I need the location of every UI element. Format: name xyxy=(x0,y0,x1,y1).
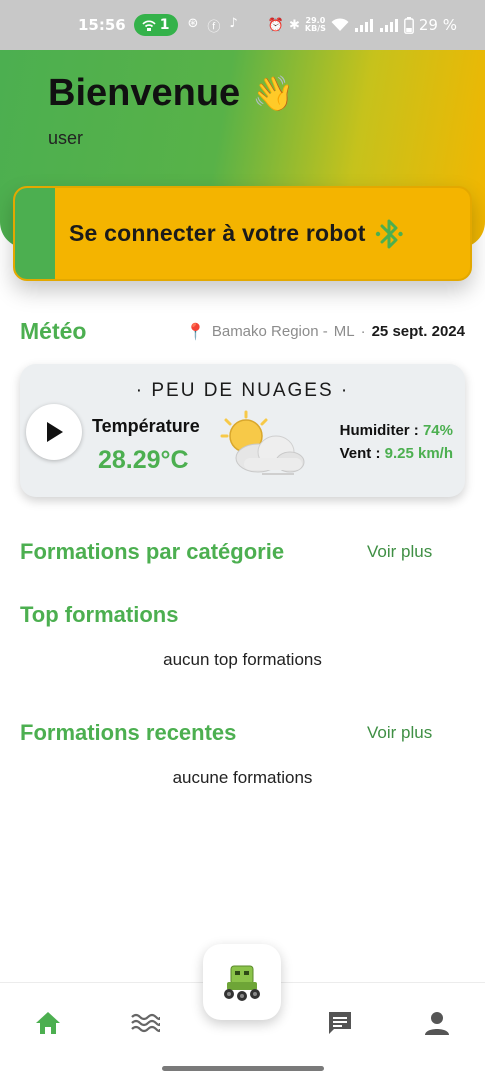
home-indicator[interactable] xyxy=(162,1066,324,1071)
notification-icons: ⊛ ⓕ ♪ xyxy=(188,16,238,35)
wind-row: Vent : 9.25 km/h xyxy=(340,445,453,462)
robot-center-button[interactable] xyxy=(203,944,281,1020)
weather-card: · PEU DE NUAGES · Température 28.29°C Hu… xyxy=(20,364,465,497)
play-weather-button[interactable] xyxy=(26,404,82,460)
nav-profile[interactable] xyxy=(421,1007,453,1039)
robot-icon xyxy=(224,965,260,1001)
meteo-country: ML xyxy=(333,323,355,340)
play-icon xyxy=(47,422,63,442)
waving-hand-icon: 👋 xyxy=(252,74,295,113)
categories-voir-plus-link[interactable]: Voir plus xyxy=(367,542,432,562)
alarm-icon: ⏰ xyxy=(267,17,284,33)
nav-chat[interactable] xyxy=(324,1007,356,1039)
nav-home[interactable] xyxy=(32,1007,64,1039)
categories-title: Formations par catégorie xyxy=(20,539,285,564)
battery-icon xyxy=(403,16,414,34)
meteo-region: Bamako Region - xyxy=(211,323,328,340)
status-bar: 15:56 1 ⊛ ⓕ ♪ ⏰ ✱ 29.0 KB/S 29 % xyxy=(0,0,485,50)
temperature-value: 28.29°C xyxy=(98,446,189,474)
humidity-row: Humiditer : 74% xyxy=(340,422,453,439)
network-speed: 29.0 KB/S xyxy=(304,16,326,33)
signal-icon-1 xyxy=(354,19,373,32)
waves-icon xyxy=(131,1013,160,1033)
hotspot-badge: 1 xyxy=(133,14,178,36)
status-right: ⏰ ✱ 29.0 KB/S 29 % xyxy=(268,16,457,34)
wind-label: Vent : xyxy=(339,445,381,462)
welcome-title: Bienvenue 👋 xyxy=(48,72,295,115)
weather-description: · PEU DE NUAGES · xyxy=(135,380,350,401)
bluetooth-status-icon: ✱ xyxy=(289,17,300,33)
connect-robot-label: Se connecter à votre robot xyxy=(69,220,366,246)
chat-icon xyxy=(329,1012,351,1034)
username: user xyxy=(48,128,84,148)
recent-formations-title: Formations recentes xyxy=(20,720,237,745)
temperature-label: Température xyxy=(92,416,200,436)
vpn-icon: ⊛ xyxy=(187,15,199,31)
meteo-header: Météo 📍 Bamako Region - ML · 25 sept. 20… xyxy=(20,318,465,345)
tiktok-icon: ♪ xyxy=(229,15,238,31)
humidity-label: Humiditer : xyxy=(339,422,419,439)
meteo-separator: · xyxy=(360,323,366,340)
top-formations-empty: aucun top formations xyxy=(163,650,322,669)
connect-card-stripe xyxy=(15,188,55,279)
facebook-icon: ⓕ xyxy=(207,19,221,35)
meteo-title: Météo xyxy=(20,318,87,344)
wind-value: 9.25 km/h xyxy=(384,445,453,462)
signal-icon-2 xyxy=(379,19,398,32)
recent-voir-plus-link[interactable]: Voir plus xyxy=(367,723,432,743)
recent-formations-empty: aucune formations xyxy=(172,768,313,787)
bluetooth-icon xyxy=(375,219,403,248)
humidity-value: 74% xyxy=(422,422,453,439)
home-icon xyxy=(36,1012,60,1034)
battery-percent: 29 % xyxy=(418,16,457,34)
status-time: 15:56 xyxy=(78,16,126,34)
nav-waves[interactable] xyxy=(129,1007,161,1039)
profile-icon xyxy=(425,1012,449,1035)
top-formations-title: Top formations xyxy=(20,602,179,627)
meteo-date: 25 sept. 2024 xyxy=(371,323,465,340)
hotspot-count: 1 xyxy=(159,17,170,33)
meteo-location: 📍 Bamako Region - ML · 25 sept. 2024 xyxy=(186,322,465,342)
connect-robot-button[interactable]: Se connecter à votre robot xyxy=(13,186,472,281)
location-pin-icon: 📍 xyxy=(185,323,206,341)
partly-cloudy-icon xyxy=(220,410,305,475)
wifi-icon xyxy=(331,18,349,31)
welcome-text: Bienvenue xyxy=(48,72,241,114)
hotspot-icon xyxy=(142,20,156,31)
